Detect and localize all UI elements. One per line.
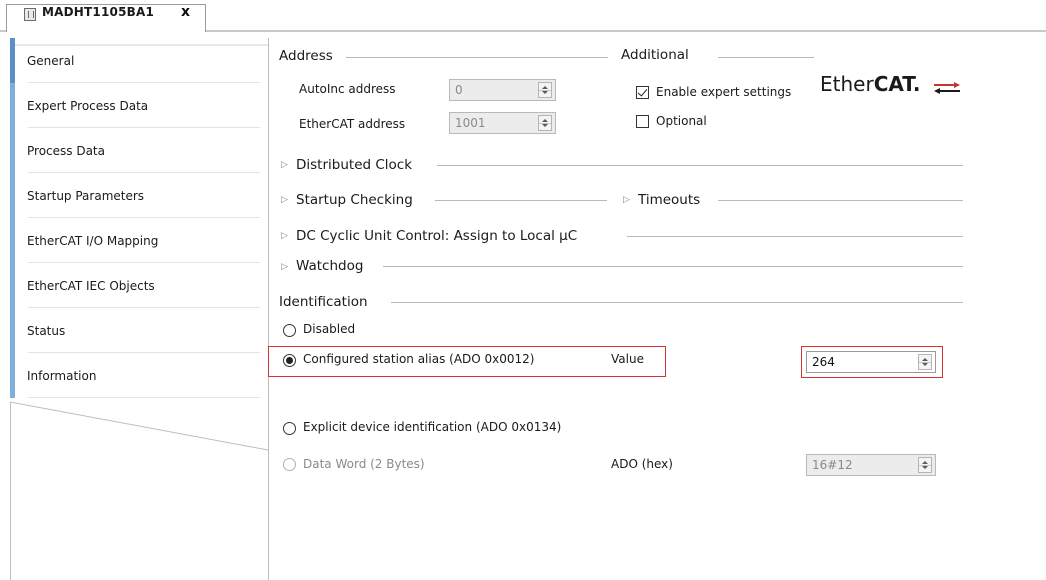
expand-arrow-icon[interactable]: ▷ [281,262,288,272]
nav-item-label: Expert Process Data [27,98,149,113]
expert-settings-label: Enable expert settings [656,85,792,99]
timeouts-line [718,200,963,201]
nav-separator [28,397,260,398]
autoinc-address-label: AutoInc address [299,82,396,96]
nav-active-bar [10,38,15,83]
nav-item-iec-objects[interactable]: EtherCAT IEC Objects [10,263,268,308]
timeouts-header[interactable]: Timeouts [638,192,700,208]
nav-item-io-mapping[interactable]: EtherCAT I/O Mapping [10,218,268,263]
expand-arrow-icon[interactable]: ▷ [281,231,288,241]
ado-hex-value: 16#12 [812,458,853,472]
autoinc-address-value: 0 [455,83,463,97]
identification-group-line [391,302,963,303]
alias-value: 264 [812,355,835,369]
stepper-divider [539,123,551,124]
alias-value-label: Value [611,352,644,366]
data-word-radio[interactable] [283,458,296,471]
nav-bar [10,128,15,173]
expand-arrow-icon[interactable]: ▷ [281,195,288,205]
ethercat-address-value: 1001 [455,116,486,130]
nav-bar [10,263,15,308]
nav-item-information[interactable]: Information [10,353,268,398]
data-word-label: Data Word (2 Bytes) [303,457,425,471]
nav-item-label: EtherCAT I/O Mapping [27,233,159,248]
startup-checking-line [435,200,607,201]
explicit-id-label: Explicit device identification (ADO 0x01… [303,420,562,434]
close-icon[interactable]: x [181,4,190,20]
additional-group-line [718,57,814,58]
ado-hex-stepper[interactable]: 16#12 [806,454,936,476]
alias-value-stepper[interactable]: 264 [806,351,936,373]
device-icon [24,8,36,21]
nav-item-label: Process Data [27,143,105,158]
station-alias-label: Configured station alias (ADO 0x0012) [303,352,535,366]
nav-bar [10,173,15,218]
startup-checking-header[interactable]: Startup Checking [296,192,413,208]
nav-item-label: Status [27,323,66,338]
nav-item-label: General [27,53,75,68]
nav-item-label: EtherCAT IEC Objects [27,278,155,293]
tab-title: MADHT1105BA1 [42,5,154,19]
ethercat-address-label: EtherCAT address [299,117,406,131]
disabled-label: Disabled [303,322,356,336]
ethercat-address-stepper[interactable]: 1001 [449,112,556,134]
distributed-clock-header[interactable]: Distributed Clock [296,157,412,173]
explicit-id-radio[interactable] [283,422,296,435]
stepper-divider [919,362,931,363]
nav-bar [10,218,15,263]
stepper-divider [539,90,551,91]
address-group-line [346,57,608,58]
expert-settings-checkbox[interactable] [636,86,649,99]
distributed-clock-line [437,165,963,166]
identification-group-title: Identification [279,294,368,310]
ethercat-logo-text-light: Ether [820,72,874,96]
nav-item-label: Information [27,368,97,383]
optional-label: Optional [656,114,707,128]
nav-item-general[interactable]: General [10,38,268,83]
watchdog-line [383,266,963,267]
editor-tabstrip: MADHT1105BA1 x [0,0,1046,32]
expand-arrow-icon[interactable]: ▷ [623,195,630,205]
ethercat-logo: EtherCAT. [820,72,921,102]
nav-bar [10,308,15,353]
dc-cyclic-line [627,236,963,237]
nav-item-label: Startup Parameters [27,188,145,203]
ethercat-logo-text-bold: CAT. [873,72,921,96]
nav-item-expert-process-data[interactable]: Expert Process Data [10,83,268,128]
nav-bar [10,353,15,398]
dc-cyclic-header[interactable]: DC Cyclic Unit Control: Assign to Local … [296,228,577,244]
watchdog-header[interactable]: Watchdog [296,258,363,274]
address-group-title: Address [279,48,333,64]
nav-item-process-data[interactable]: Process Data [10,128,268,173]
optional-checkbox[interactable] [636,115,649,128]
station-alias-radio[interactable] [283,354,296,367]
ethercat-logo-arrows-icon [934,82,960,94]
disabled-radio[interactable] [283,324,296,337]
nav-item-startup-parameters[interactable]: Startup Parameters [10,173,268,218]
ado-hex-label: ADO (hex) [611,457,673,471]
nav-bar [10,83,15,128]
expand-arrow-icon[interactable]: ▷ [281,160,288,170]
nav-item-status[interactable]: Status [10,308,268,353]
device-editor-nav: General Expert Process Data Process Data… [10,38,268,580]
stepper-divider [919,465,931,466]
additional-group-title: Additional [621,47,689,63]
autoinc-address-stepper[interactable]: 0 [449,79,556,101]
